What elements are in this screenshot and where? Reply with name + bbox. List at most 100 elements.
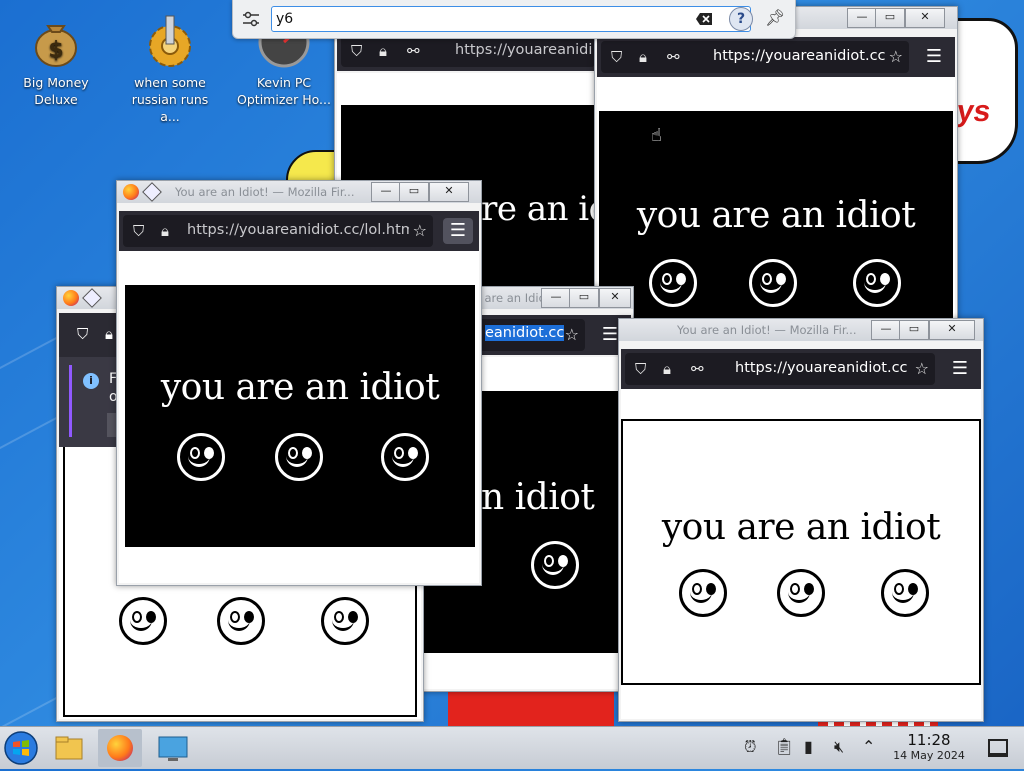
lock-icon: 🔒︎ (663, 360, 671, 378)
show-desktop-icon[interactable] (988, 739, 1008, 757)
shield-icon: ⛉ (611, 48, 623, 66)
smiley-icon (777, 569, 825, 617)
firefox-icon (63, 290, 79, 306)
window-title: You are an Idiot! — Mozilla Fir... (175, 185, 355, 199)
minimize-button[interactable]: — (541, 288, 571, 308)
search-launcher: ? 📌︎ (232, 0, 796, 39)
url-text-selected: eanidiot.cc (485, 325, 565, 341)
message-text: n idiot (481, 477, 595, 518)
pin-window-icon[interactable] (82, 288, 102, 308)
lock-icon: 🔒︎ (161, 222, 169, 240)
smiley-icon (679, 569, 727, 617)
pin-window-icon[interactable] (142, 182, 162, 202)
url-text: https://youareanidiot.cc (735, 360, 908, 376)
close-button[interactable]: ✕ (929, 320, 975, 340)
window-title: You are an Idiot! — Mozilla Fir... (677, 323, 857, 337)
idiot-panel: you are an idiot (621, 419, 981, 685)
menu-button[interactable]: ☰ (919, 44, 949, 70)
smiley-icon (531, 541, 579, 589)
desktop-icon-big-money-deluxe[interactable]: $ Big Money Deluxe (6, 12, 106, 108)
file-manager-icon[interactable] (50, 729, 88, 767)
url-bar[interactable]: ⛉ 🔒︎ ⚯ https://youareanidiot.cc ☆ (625, 353, 935, 385)
menu-button[interactable]: ☰ (443, 218, 473, 244)
url-bar[interactable]: ⛉ 🔒︎ https://youareanidiot.cc/lol.htm ☆ (123, 215, 433, 247)
smiley-icon (749, 259, 797, 307)
close-button[interactable]: ✕ (599, 288, 631, 308)
close-button[interactable]: ✕ (429, 182, 469, 202)
clipboard-icon[interactable]: 📋︎ (774, 737, 794, 756)
gear-icon (142, 12, 198, 68)
idiot-panel: you are an idiot (125, 285, 475, 547)
lock-icon: 🔒︎ (105, 325, 113, 343)
page-content: you are an idiot (119, 251, 479, 583)
desktop-icon-label: when some russian runs a... (131, 75, 209, 124)
message-text: you are an idiot (160, 367, 440, 408)
system-monitor-icon[interactable] (154, 729, 192, 767)
close-button[interactable]: ✕ (905, 8, 945, 28)
smiley-icon (119, 597, 167, 645)
firefox-window-front[interactable]: You are an Idiot! — Mozilla Fir... — ▭ ✕… (116, 180, 482, 586)
bookmark-star-icon[interactable]: ☆ (889, 47, 903, 66)
battery-icon[interactable]: ▮ (804, 737, 813, 756)
permissions-icon: ⚯ (667, 48, 680, 66)
bookmark-star-icon[interactable]: ☆ (915, 359, 929, 378)
firefox-taskbar-button[interactable] (98, 729, 142, 767)
maximize-button[interactable]: ▭ (875, 8, 905, 28)
firefox-icon (123, 184, 139, 200)
smiley-icon (853, 259, 901, 307)
clock-date[interactable]: 14 May 2024 (886, 749, 972, 762)
bookmark-star-icon[interactable]: ☆ (565, 325, 579, 344)
money-bag-icon: $ (28, 12, 84, 68)
firefox-window-right[interactable]: You are an Idiot! — Mozilla Fir... — ▭ ✕… (618, 318, 984, 722)
lock-icon: 🔒︎ (379, 42, 387, 60)
menu-button[interactable]: ☰ (945, 356, 975, 382)
svg-text:$: $ (48, 38, 63, 63)
firefox-icon (107, 735, 133, 761)
smiley-icon (649, 259, 697, 307)
bookmark-star-icon[interactable]: ☆ (408, 221, 427, 240)
title-bar: You are an Idiot! — Mozilla Fir... — ▭ ✕ (117, 181, 481, 203)
search-input[interactable] (271, 6, 751, 32)
start-button[interactable] (2, 729, 40, 767)
pin-icon[interactable]: 📌︎ (765, 8, 785, 27)
alarm-icon[interactable]: ⏰︎ (744, 737, 756, 757)
maximize-button[interactable]: ▭ (569, 288, 599, 308)
permissions-icon: ⚯ (407, 42, 420, 60)
firefox-window-top-right[interactable]: — ▭ ✕ ⛉ 🔒︎ ⚯ https://youareanidiot.cc ☆ … (594, 6, 958, 324)
shield-icon: ⛉ (635, 360, 647, 378)
title-bar: You are an Idiot! — Mozilla Fir... — ▭ ✕ (619, 319, 983, 341)
maximize-button[interactable]: ▭ (399, 182, 429, 202)
volume-muted-icon[interactable]: 🔇︎ (834, 737, 844, 757)
minimize-button[interactable]: — (847, 8, 877, 28)
smiley-icon (881, 569, 929, 617)
lock-icon: 🔒︎ (639, 48, 647, 66)
desktop-icon-russian[interactable]: when some russian runs a... (120, 12, 220, 125)
url-text: https://youareanidi (455, 42, 593, 58)
help-icon[interactable]: ? (729, 7, 753, 31)
navbar: ⛉ 🔒︎ ⚯ https://youareanidiot.cc ☆ ☰ (597, 37, 955, 77)
settings-sliders-icon[interactable] (241, 9, 261, 29)
navbar: ⛉ 🔒︎ ⚯ https://youareanidiot.cc ☆ ☰ (621, 349, 981, 389)
permissions-icon: ⚯ (691, 360, 704, 378)
chevron-up-icon[interactable]: ⌃ (862, 737, 875, 756)
background-red-shape (448, 690, 614, 726)
minimize-button[interactable]: — (371, 182, 401, 202)
url-bar[interactable]: ⛉ 🔒︎ ⚯ https://youareanidi (341, 35, 595, 67)
shield-icon: ⛉ (351, 42, 363, 60)
smiley-icon (177, 433, 225, 481)
page-content: you are an idiot (621, 389, 981, 719)
shield-icon: ⛉ (77, 325, 89, 343)
minimize-button[interactable]: — (871, 320, 901, 340)
url-bar[interactable]: ⛉ 🔒︎ ⚯ https://youareanidiot.cc ☆ (601, 41, 909, 73)
info-icon: i (83, 373, 99, 389)
smiley-icon (275, 433, 323, 481)
clock-time[interactable]: 11:28 (896, 731, 962, 749)
mouse-cursor-icon: ☝ (651, 125, 662, 146)
message-text: you are an idiot (636, 195, 916, 236)
message-text: you are an idiot (661, 507, 941, 548)
url-text: https://youareanidiot.cc (713, 48, 886, 64)
clear-icon[interactable] (695, 11, 713, 25)
taskbar: ⏰︎ 📋︎ ▮ 🔇︎ ⌃ 11:28 14 May 2024 (0, 726, 1024, 769)
page-content: you are an idiot (597, 77, 955, 323)
maximize-button[interactable]: ▭ (899, 320, 929, 340)
